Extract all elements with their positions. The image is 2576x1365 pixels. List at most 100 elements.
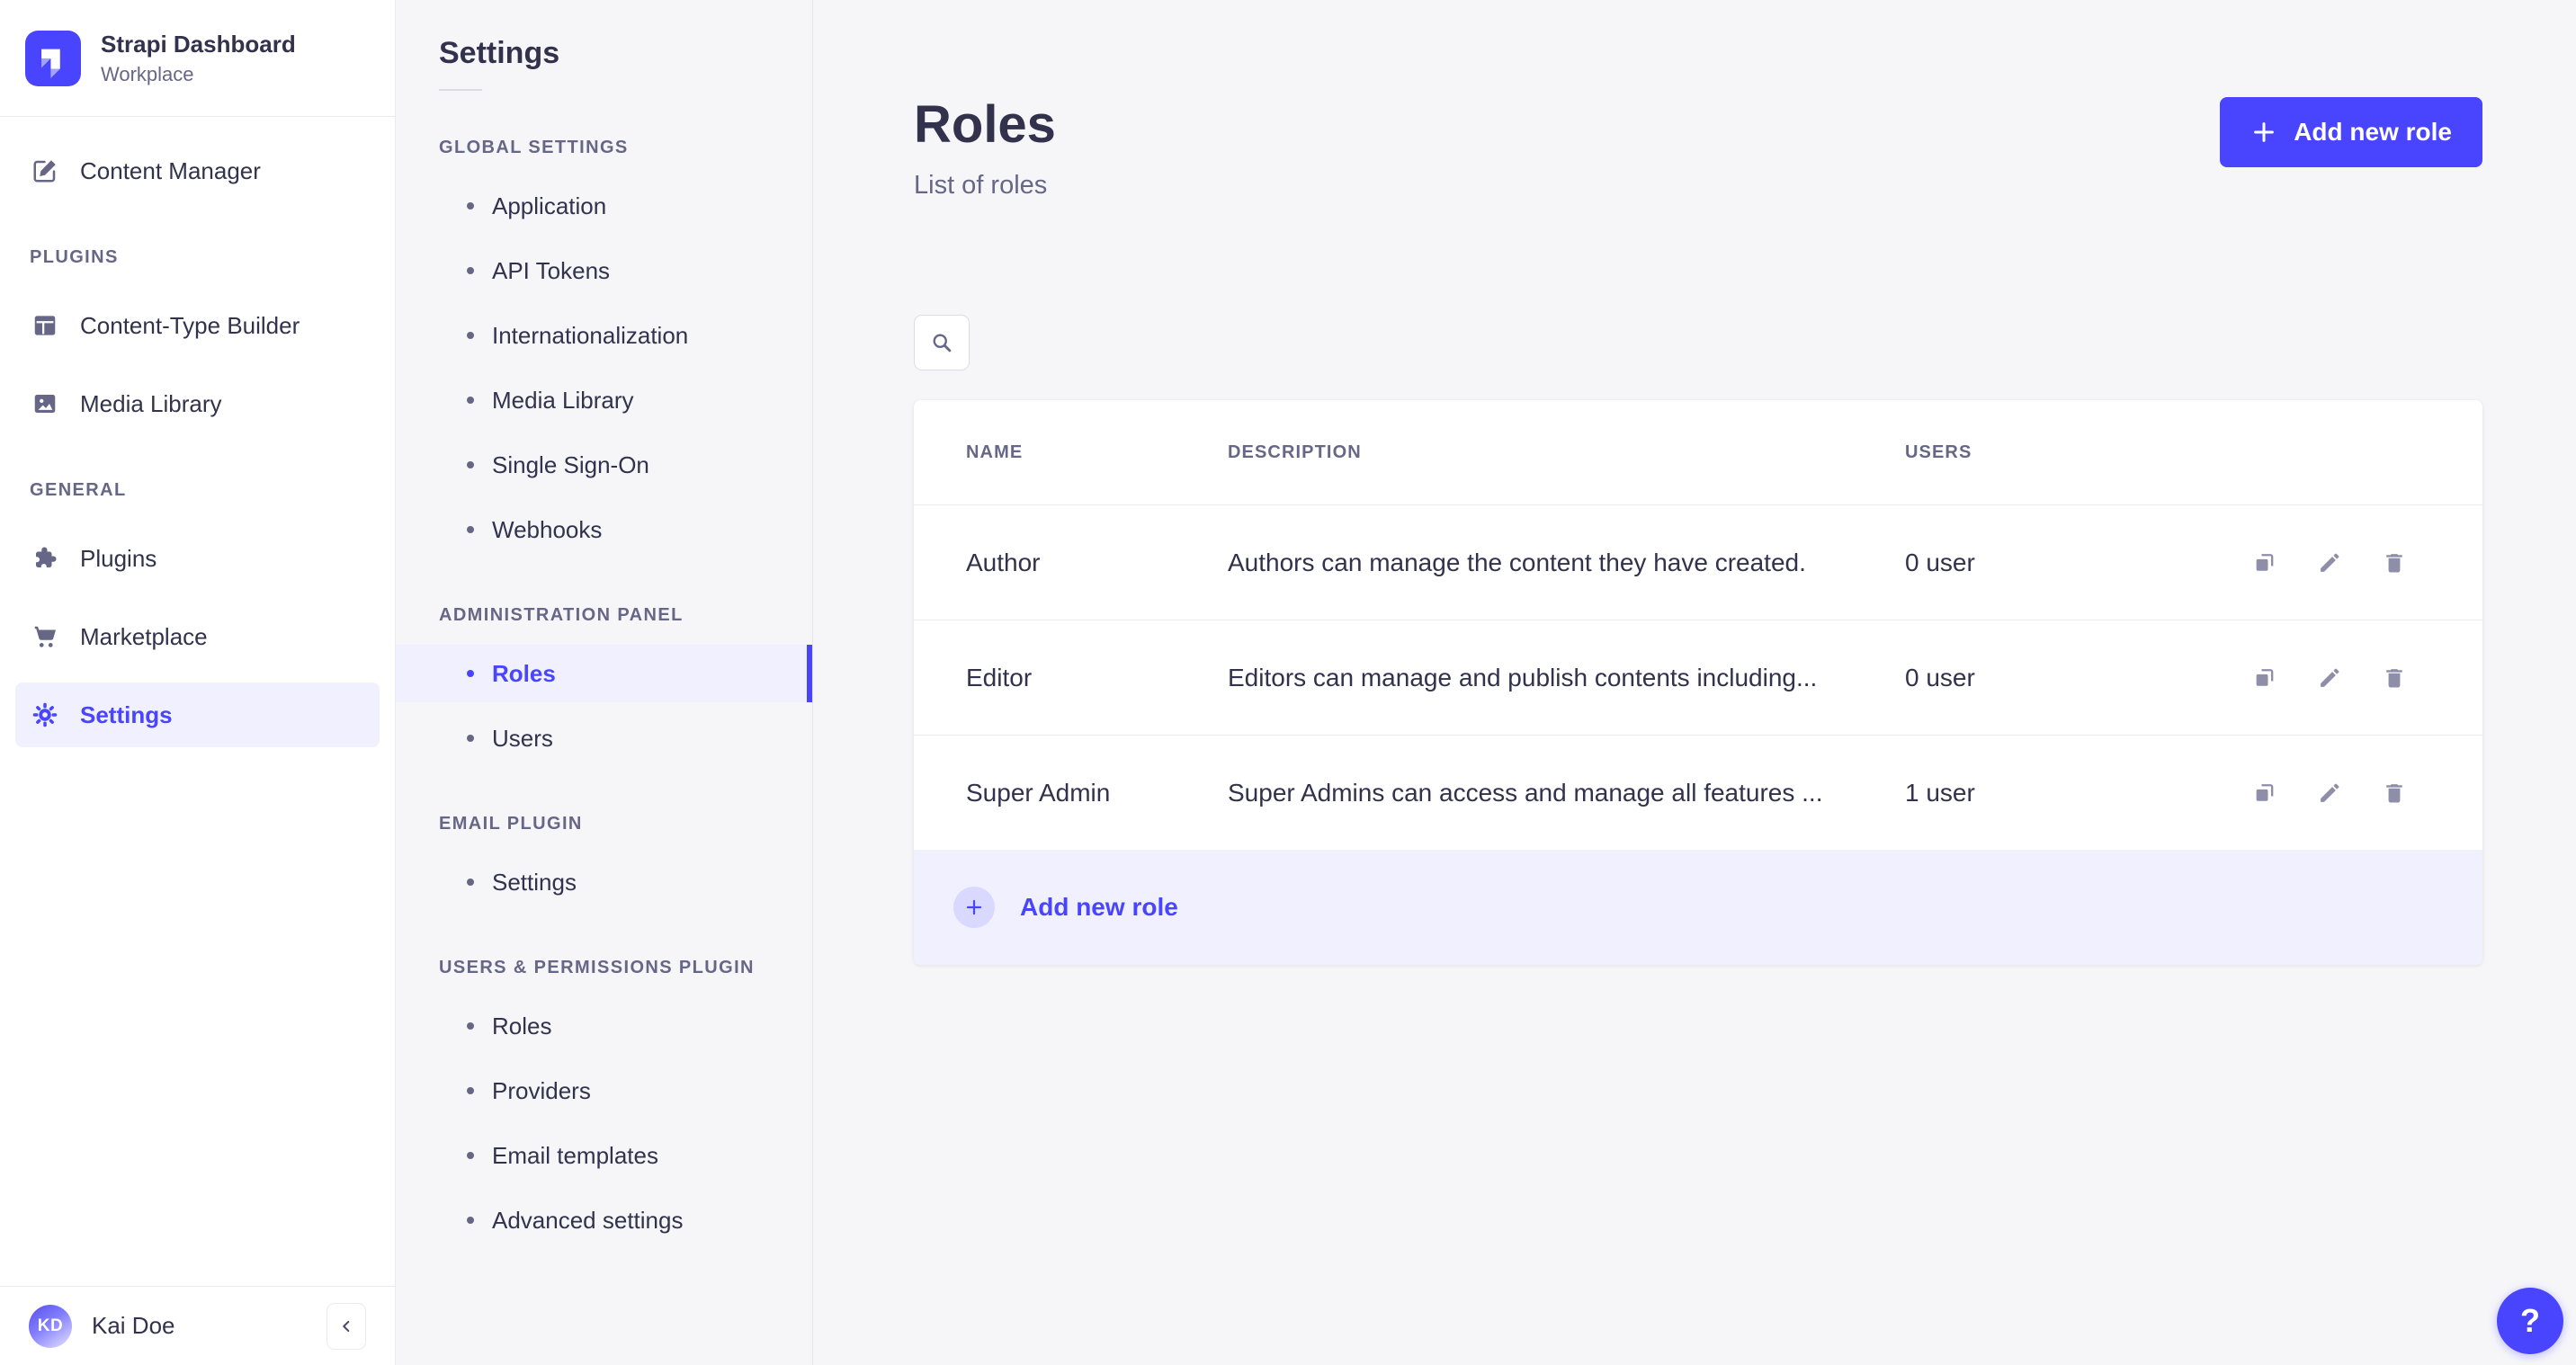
sidebar-item-content-manager[interactable]: Content Manager [15, 138, 380, 203]
main-menu: Content Manager PLUGINS Content-Type Bui… [0, 117, 395, 1286]
table-row[interactable]: Author Authors can manage the content th… [914, 504, 2482, 620]
row-actions [2229, 665, 2454, 691]
brand-text: Strapi Dashboard Workplace [101, 30, 296, 86]
subnav-item-internationalization[interactable]: Internationalization [396, 307, 812, 364]
plus-circle [953, 887, 995, 928]
subnav-item-application[interactable]: Application [396, 177, 812, 235]
sidebar-item-label: Plugins [80, 544, 157, 572]
subnav-item-label: Media Library [492, 386, 634, 414]
sidebar-item-label: Marketplace [80, 622, 208, 650]
edit-role-button[interactable] [2317, 781, 2342, 806]
subnav-item-users[interactable]: Users [396, 709, 812, 767]
subnav-item-providers[interactable]: Providers [396, 1062, 812, 1120]
collapse-sidebar-button[interactable] [326, 1302, 366, 1350]
sub-nav-title: Settings [439, 36, 560, 70]
main-sidebar: Strapi Dashboard Workplace Content Manag… [0, 0, 396, 1365]
bullet-icon [467, 202, 474, 210]
content-type-builder-icon [34, 316, 56, 335]
bullet-icon [467, 526, 474, 533]
table-row[interactable]: Super Admin Super Admins can access and … [914, 735, 2482, 850]
subnav-item-label: Email templates [492, 1141, 658, 1169]
table-row[interactable]: Editor Editors can manage and publish co… [914, 620, 2482, 735]
subnav-item-single-sign-on[interactable]: Single Sign-On [396, 436, 812, 494]
plus-icon [2254, 122, 2275, 142]
sidebar-item-plugins[interactable]: Plugins [15, 526, 380, 591]
delete-role-button[interactable] [2382, 665, 2407, 691]
subnav-item-label: Roles [492, 1012, 552, 1039]
subnav-item-roles-admin[interactable]: Roles [396, 645, 812, 702]
bullet-icon [467, 1087, 474, 1094]
subnav-item-label: Internationalization [492, 321, 689, 349]
bullet-icon [467, 397, 474, 404]
puzzle-icon [36, 547, 57, 567]
subnav-section-users-permissions-plugin: USERS & PERMISSIONS PLUGIN [439, 958, 755, 977]
subnav-item-media-library[interactable]: Media Library [396, 371, 812, 429]
sidebar-item-media-library[interactable]: Media Library [15, 371, 380, 436]
search-button[interactable] [914, 315, 970, 370]
subnav-item-roles-up[interactable]: Roles [396, 997, 812, 1055]
bullet-icon [467, 332, 474, 339]
sidebar-item-label: Content Manager [80, 156, 261, 184]
edit-role-button[interactable] [2317, 550, 2342, 575]
role-description: Super Admins can access and manage all f… [1228, 778, 1823, 807]
strapi-logo [25, 30, 81, 86]
subnav-item-webhooks[interactable]: Webhooks [396, 501, 812, 558]
table-footer-add-role[interactable]: Add new role [914, 850, 2482, 965]
sidebar-item-label: Media Library [80, 389, 222, 417]
subnav-item-label: Providers [492, 1076, 591, 1104]
edit-role-button[interactable] [2317, 665, 2342, 691]
media-library-icon [34, 395, 56, 413]
role-description: Authors can manage the content they have… [1228, 548, 1806, 576]
avatar[interactable]: KD [29, 1304, 72, 1348]
brand[interactable]: Strapi Dashboard Workplace [0, 0, 395, 117]
bullet-icon [467, 461, 474, 468]
menu-section-general: GENERAL [30, 480, 127, 500]
bullet-icon [467, 1152, 474, 1159]
trash-icon [2386, 783, 2402, 802]
bullet-icon [467, 1217, 474, 1224]
footer-add-role-label: Add new role [1020, 893, 1178, 921]
delete-role-button[interactable] [2382, 550, 2407, 575]
subnav-item-api-tokens[interactable]: API Tokens [396, 242, 812, 299]
role-name: Author [966, 548, 1041, 576]
duplicate-icon [2256, 783, 2274, 801]
sub-nav-divider [439, 89, 482, 91]
duplicate-role-button[interactable] [2252, 550, 2277, 575]
add-new-role-label: Add new role [2294, 118, 2452, 146]
subnav-section-global-settings: GLOBAL SETTINGS [439, 138, 629, 157]
subnav-item-label: Advanced settings [492, 1206, 684, 1234]
delete-role-button[interactable] [2382, 781, 2407, 806]
sidebar-item-marketplace[interactable]: Marketplace [15, 604, 380, 669]
help-button[interactable]: ? [2497, 1288, 2563, 1354]
subnav-item-label: Webhooks [492, 515, 603, 543]
user-name: Kai Doe [92, 1312, 175, 1339]
chevron-left-icon [343, 1320, 350, 1332]
duplicate-role-button[interactable] [2252, 781, 2277, 806]
bullet-icon [467, 670, 474, 677]
subnav-item-email-settings[interactable]: Settings [396, 853, 812, 911]
duplicate-role-button[interactable] [2252, 665, 2277, 691]
table-header-row: NAME DESCRIPTION USERS [914, 400, 2482, 504]
sidebar-item-settings[interactable]: Settings [15, 682, 380, 747]
subnav-section-email-plugin: EMAIL PLUGIN [439, 814, 583, 834]
column-header-description: DESCRIPTION [1228, 442, 1362, 462]
role-description: Editors can manage and publish contents … [1228, 663, 1818, 691]
role-users-count: 1 user [1905, 778, 1975, 807]
trash-icon [2386, 668, 2402, 687]
subnav-item-email-templates[interactable]: Email templates [396, 1127, 812, 1184]
role-name: Super Admin [966, 778, 1111, 807]
add-new-role-button[interactable]: Add new role [2220, 97, 2482, 167]
role-users-count: 0 user [1905, 548, 1975, 576]
sidebar-item-label: Settings [80, 700, 173, 728]
duplicate-icon [2256, 668, 2274, 686]
row-actions [2229, 781, 2454, 806]
sidebar-item-content-type-builder[interactable]: Content-Type Builder [15, 293, 380, 358]
strapi-admin-app: Strapi Dashboard Workplace Content Manag… [0, 0, 2576, 1365]
subnav-item-advanced-settings[interactable]: Advanced settings [396, 1191, 812, 1249]
bullet-icon [467, 1022, 474, 1030]
sidebar-footer: KD Kai Doe [0, 1286, 395, 1365]
cart-icon [34, 626, 56, 647]
content-manager-icon [33, 160, 56, 183]
role-users-count: 0 user [1905, 663, 1975, 691]
pencil-icon [2321, 783, 2339, 802]
